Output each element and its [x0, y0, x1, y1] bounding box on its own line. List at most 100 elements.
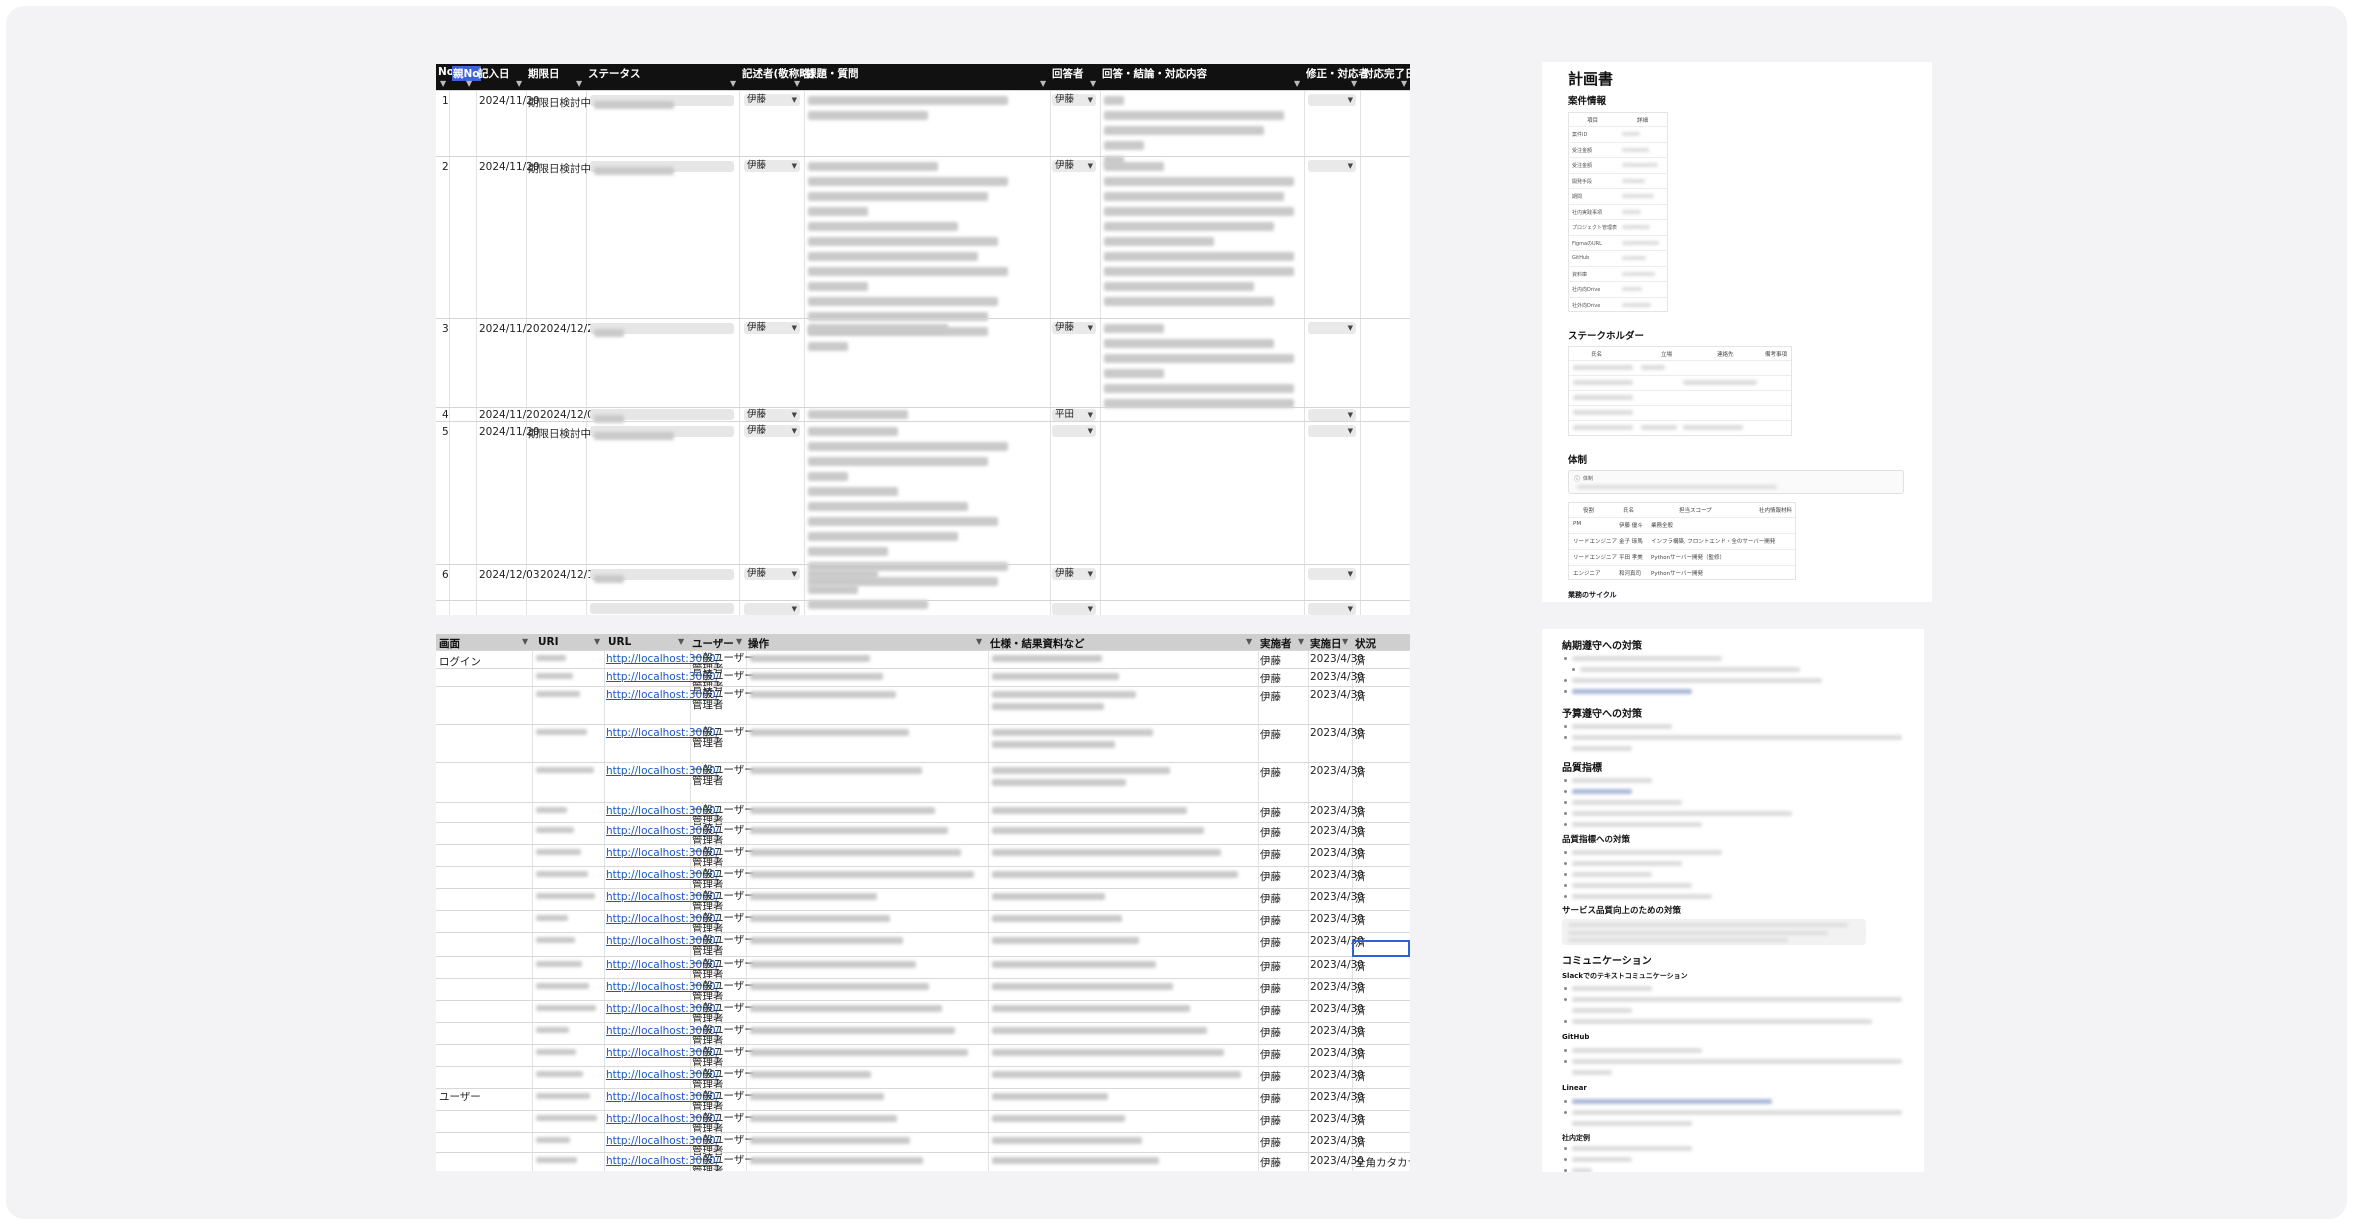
table-row[interactable]: http://localhost:3000/一般ユーザー 管理者 伊藤 2023/4/…: [436, 1022, 1410, 1047]
table-row[interactable]: http://localhost:3000/一般ユーザー 管理者 伊藤 2023/4/…: [436, 932, 1410, 957]
table-row[interactable]: http://localhost:3000/一般ユーザー 管理者 伊藤 2023/4/…: [436, 650, 1410, 675]
table-row[interactable]: http://localhost:3000/一般ユーザー 管理者 伊藤 2023/4/…: [436, 866, 1410, 891]
table-row[interactable]: http://localhost:3000/一般ユーザー 管理者 伊藤 2023/4/…: [436, 1152, 1410, 1171]
writer-dropdown[interactable]: 伊藤 ▼: [744, 568, 800, 580]
filter-arrow-icon[interactable]: ▼: [1040, 79, 1046, 88]
table-row[interactable]: 2 2024/11/20 期限日検討中 伊藤 ▼ 伊藤 ▼ ▼: [436, 156, 1410, 351]
writer-dropdown[interactable]: ▼: [744, 603, 800, 615]
filter-arrow-icon[interactable]: ▼: [516, 79, 522, 88]
col-header-state[interactable]: 状況: [1355, 636, 1376, 651]
table-row[interactable]: http://localhost:3000/一般ユーザー 管理者 伊藤 2023/4/…: [436, 1066, 1410, 1091]
status-dropdown[interactable]: [590, 426, 734, 440]
col-header-spec[interactable]: 仕様・結果資料など: [990, 636, 1085, 651]
uri-cell: [536, 827, 574, 833]
filter-arrow-icon[interactable]: ▼: [1294, 79, 1300, 88]
filter-icon[interactable]: ▼: [1246, 637, 1252, 646]
status-dropdown[interactable]: [590, 95, 734, 109]
fixer-dropdown[interactable]: ▼: [1308, 160, 1356, 172]
col-header-operation[interactable]: 操作: [748, 636, 769, 651]
filter-icon[interactable]: ▼: [976, 637, 982, 646]
status-dropdown[interactable]: [590, 569, 734, 583]
table-row[interactable]: 4 2024/11/20 2024/12/09 伊藤 ▼ 平田 ▼ ▼: [436, 407, 1410, 423]
fixer-dropdown[interactable]: ▼: [1308, 568, 1356, 580]
writer-dropdown[interactable]: 伊藤 ▼: [744, 409, 800, 421]
filter-icon[interactable]: ▼: [522, 637, 528, 646]
status-dropdown[interactable]: [590, 323, 734, 337]
fixer-dropdown[interactable]: ▼: [1308, 409, 1356, 421]
issue-tracker-sheet: No 親No 記入日 期限日 ステータス 記述者(敬称略) 課題・質問 回答者 …: [436, 64, 1410, 615]
filter-arrow-icon[interactable]: ▼: [794, 79, 800, 88]
col-header-due-date[interactable]: 期限日: [528, 66, 560, 81]
fixer-dropdown[interactable]: ▼: [1308, 603, 1356, 615]
filter-arrow-icon[interactable]: ▼: [1351, 79, 1357, 88]
filter-arrow-icon[interactable]: ▼: [466, 79, 472, 88]
col-header-status[interactable]: ステータス: [588, 66, 641, 81]
selected-cell[interactable]: [1352, 940, 1410, 957]
table-row[interactable]: http://localhost:3000/一般ユーザー 管理者 伊藤 2023/4/…: [436, 1132, 1410, 1157]
table-row[interactable]: http://localhost:3000/一般ユーザー 管理者 伊藤 2023/4/…: [436, 978, 1410, 1003]
answerer-dropdown[interactable]: 伊藤 ▼: [1052, 568, 1096, 580]
answerer-dropdown[interactable]: 伊藤 ▼: [1052, 160, 1096, 172]
fixer-dropdown[interactable]: ▼: [1308, 322, 1356, 334]
table-row[interactable]: http://localhost:3000/一般ユーザー 管理者 伊藤 2023/4/…: [436, 802, 1410, 827]
table-row[interactable]: 1 2024/11/20 期限日検討中 伊藤 ▼ 伊藤 ▼ ▼: [436, 90, 1410, 165]
table-row[interactable]: 5 2024/11/20 期限日検討中 伊藤 ▼ ▼ ▼: [436, 421, 1410, 586]
spec-cell: [992, 691, 1136, 698]
state-cell: 済: [1355, 691, 1366, 703]
table-row[interactable]: http://localhost:3000/一般ユーザー 管理者 伊藤 2023/4/…: [436, 956, 1410, 981]
answerer-dropdown[interactable]: 伊藤 ▼: [1052, 322, 1096, 334]
writer-dropdown[interactable]: 伊藤 ▼: [744, 425, 800, 437]
writer-dropdown[interactable]: 伊藤 ▼: [744, 94, 800, 106]
table-row[interactable]: 6 2024/12/03 2024/12/13 伊藤 ▼ 伊藤 ▼ ▼: [436, 564, 1410, 609]
status-dropdown[interactable]: [590, 409, 734, 423]
col-header-exec-date[interactable]: 実施日: [1310, 636, 1342, 651]
col-header-writer[interactable]: 記述者(敬称略): [742, 66, 815, 81]
col-header-entry-date[interactable]: 記入日: [478, 66, 510, 81]
col-header-issue[interactable]: 課題・質問: [806, 66, 859, 81]
filter-icon[interactable]: ▼: [736, 637, 742, 646]
col-header-user[interactable]: ユーザー: [692, 636, 734, 651]
col-header-answerer[interactable]: 回答者: [1052, 66, 1084, 81]
spec-cell: [992, 937, 1139, 944]
answerer-dropdown[interactable]: ▼: [1052, 425, 1096, 437]
filter-icon[interactable]: ▼: [678, 637, 684, 646]
answerer-dropdown[interactable]: ▼: [1052, 603, 1096, 615]
col-header-executor[interactable]: 実施者: [1260, 636, 1292, 651]
table-row[interactable]: ▼ ▼ ▼: [436, 600, 1410, 615]
writer-dropdown[interactable]: 伊藤 ▼: [744, 322, 800, 334]
table-row[interactable]: 3 2024/11/20 2024/12/20 伊藤 ▼ 伊藤 ▼ ▼: [436, 318, 1410, 408]
filter-icon[interactable]: ▼: [594, 637, 600, 646]
table-row[interactable]: http://localhost:3000/一般ユーザー 管理者 伊藤 2023/4/…: [436, 822, 1410, 847]
col-header-url[interactable]: URL: [608, 636, 631, 648]
col-header-fixer[interactable]: 修正・対応者: [1306, 66, 1369, 81]
writer-dropdown[interactable]: 伊藤 ▼: [744, 160, 800, 172]
table-row[interactable]: http://localhost:3000/一般ユーザー 管理者 伊藤 2023/4/…: [436, 762, 1410, 802]
col-header-screen[interactable]: 画面: [439, 636, 460, 651]
col-header-answer[interactable]: 回答・結論・対応内容: [1102, 66, 1207, 81]
answerer-dropdown[interactable]: 平田 ▼: [1052, 409, 1096, 421]
filter-arrow-icon[interactable]: ▼: [440, 79, 446, 88]
table-row[interactable]: http://localhost:3000/一般ユーザー 管理者 伊藤 2023/4/…: [436, 910, 1410, 935]
filter-arrow-icon[interactable]: ▼: [576, 79, 582, 88]
filter-arrow-icon[interactable]: ▼: [730, 79, 736, 88]
fixer-dropdown[interactable]: ▼: [1308, 425, 1356, 437]
table-row[interactable]: http://localhost:3000/一般ユーザー 管理者 伊藤 2023/4/…: [436, 1044, 1410, 1069]
table-row[interactable]: http://localhost:3000/一般ユーザー 管理者 伊藤 2023/4/…: [436, 668, 1410, 693]
answerer-dropdown[interactable]: 伊藤 ▼: [1052, 94, 1096, 106]
table-row[interactable]: http://localhost:3000/一般ユーザー 管理者 伊藤 2023/4/…: [436, 724, 1410, 762]
fixer-dropdown[interactable]: ▼: [1308, 94, 1356, 106]
filter-arrow-icon[interactable]: ▼: [1401, 79, 1407, 88]
filter-arrow-icon[interactable]: ▼: [1090, 79, 1096, 88]
table-row[interactable]: http://localhost:3000/一般ユーザー 管理者 伊藤 2023/4/…: [436, 686, 1410, 724]
status-dropdown[interactable]: [590, 603, 734, 614]
table-row[interactable]: http://localhost:3000/一般ユーザー 管理者 伊藤 2023/4/…: [436, 1088, 1410, 1113]
table-row[interactable]: http://localhost:3000/一般ユーザー 管理者 伊藤 2023/4/…: [436, 844, 1410, 869]
table-row[interactable]: http://localhost:3000/一般ユーザー 管理者 伊藤 2023/4/…: [436, 888, 1410, 913]
filter-icon[interactable]: ▼: [1342, 637, 1348, 646]
col-header-uri[interactable]: URI: [538, 636, 559, 648]
filter-icon[interactable]: ▼: [1298, 637, 1304, 646]
status-dropdown[interactable]: [590, 161, 734, 175]
table-row[interactable]: http://localhost:3000/一般ユーザー 管理者 伊藤 2023/4/…: [436, 1110, 1410, 1135]
answer-text: [1104, 162, 1294, 312]
table-row[interactable]: http://localhost:3000/一般ユーザー 管理者 伊藤 2023/4/…: [436, 1000, 1410, 1025]
